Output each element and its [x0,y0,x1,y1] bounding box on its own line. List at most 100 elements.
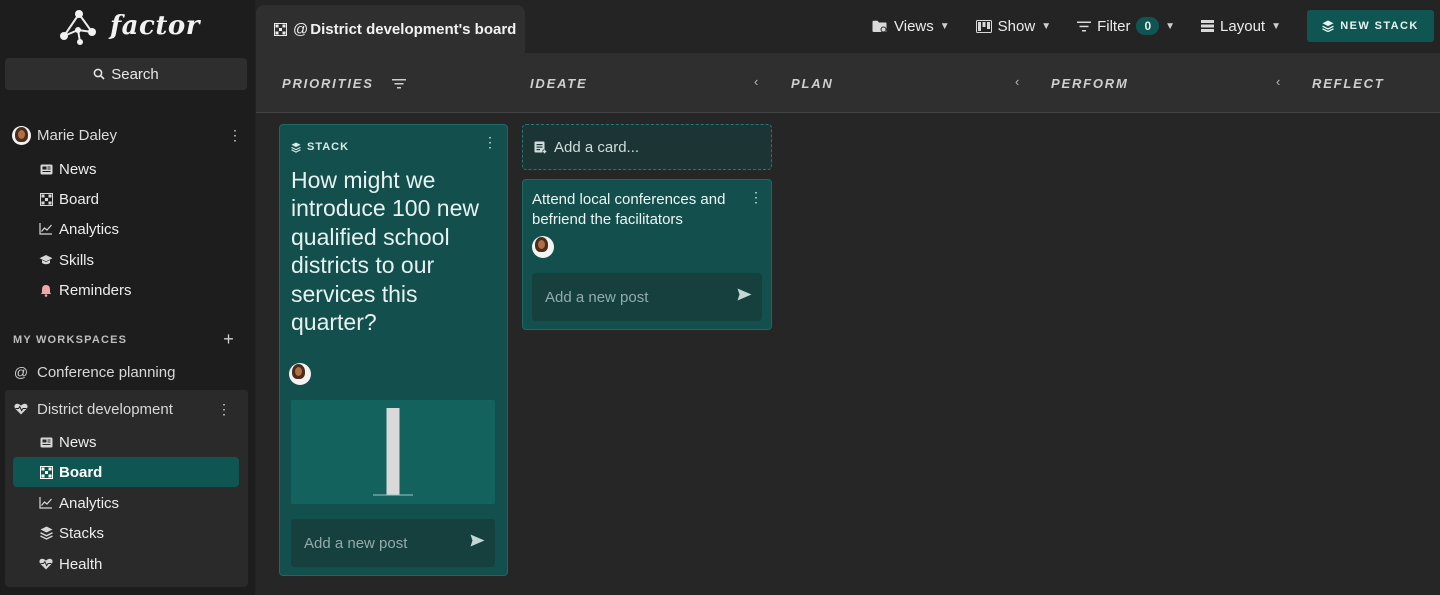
send-icon[interactable] [470,534,485,550]
add-card-label: Add a card... [554,138,640,156]
workspace-nav-news[interactable]: News [13,427,239,457]
stack-avatar[interactable] [289,363,311,385]
stack-menu-icon[interactable]: ⋮ [483,134,497,151]
workspace-nav-health[interactable]: Health [13,549,239,579]
newspaper-icon [39,162,53,176]
sidebar: factor Search Marie Daley ⋮ News Board A… [0,0,255,595]
add-card-button[interactable]: Add a card... [522,124,772,170]
sidebar-item-label: Board [59,463,103,481]
stack-post-input[interactable]: Add a new post [291,519,495,567]
layers-icon [291,142,301,153]
sidebar-item-label: News [59,433,97,451]
column-header-perform[interactable]: PERFORM [1051,76,1129,91]
tab-title: District development's board [310,20,517,38]
collapse-perform-chevron-left-icon[interactable]: ‹ [1276,74,1280,89]
card-title[interactable]: Attend local conferences and befriend th… [532,190,737,229]
heart-pulse-icon [39,557,53,571]
sidebar-item-news[interactable]: News [13,154,239,184]
sort-icon[interactable] [391,78,406,89]
column-header-ideate[interactable]: IDEATE [530,76,588,91]
column-header-row [256,53,1440,113]
add-workspace-icon[interactable]: + [223,329,235,350]
column-title: IDEATE [530,76,588,91]
sidebar-item-label: Analytics [59,494,120,512]
avatar [12,125,31,145]
column-header-reflect[interactable]: REFLECT [1312,76,1385,91]
sidebar-item-label: Reminders [59,281,132,299]
sidebar-item-board[interactable]: Board [13,184,239,214]
collapse-ideate-chevron-left-icon[interactable]: ‹ [754,74,758,89]
workspace-nav-board[interactable]: Board [13,457,239,487]
sidebar-item-label: Skills [59,251,95,269]
workspace-label: District development [37,400,173,418]
filter-button[interactable]: Filter 0 ▼ [1077,17,1175,35]
sidebar-item-label: Health [59,555,103,573]
sidebar-item-label: Stacks [59,524,105,542]
line-chart-icon [39,222,53,236]
network-logo-icon [60,10,96,45]
workspace-nav-analytics[interactable]: Analytics [13,488,239,518]
new-stack-label: NEW STACK [1340,20,1419,32]
folder-views-icon [872,20,887,32]
layers-plus-icon [1322,20,1335,32]
workspaces-section-header: MY WORKSPACES + [13,329,235,350]
board-toolbar: Views ▼ Show ▼ Filter 0 ▼ Layout ▼ NEW S… [872,0,1440,52]
send-icon[interactable] [737,288,752,304]
column-title: PRIORITIES [282,76,374,91]
stack-title[interactable]: How might we introduce 100 new qualified… [291,166,496,336]
newspaper-icon [39,435,53,449]
user-menu-icon[interactable]: ⋮ [228,128,242,142]
layout-button[interactable]: Layout ▼ [1201,18,1281,35]
collapse-plan-chevron-left-icon[interactable]: ‹ [1015,74,1019,89]
card-post-input[interactable]: Add a new post [532,273,762,321]
stack-type-label: STACK [291,141,349,153]
show-button[interactable]: Show ▼ [975,17,1052,35]
column-title: PLAN [791,76,834,91]
app-name: factor [110,11,200,41]
post-placeholder: Add a new post [304,534,408,552]
search-label: Search [111,65,159,83]
sidebar-item-label: Board [59,190,100,208]
search-button[interactable]: Search [5,58,247,90]
card-avatar[interactable] [532,236,554,258]
post-placeholder: Add a new post [545,288,649,306]
layout-label: Layout [1220,17,1266,35]
stack-label-text: STACK [307,141,350,153]
show-label: Show [997,17,1036,35]
heart-pulse-icon [13,403,29,415]
column-header-plan[interactable]: PLAN [791,76,834,91]
user-profile[interactable]: Marie Daley ⋮ [12,122,242,148]
columns-show-icon [975,19,992,33]
chevron-down-icon: ▼ [1041,20,1052,32]
tab-board[interactable]: @ District development's board [256,5,525,53]
chevron-down-icon: ▼ [1271,20,1281,32]
avatar [289,363,311,385]
board-grid-icon [274,22,287,36]
chevron-down-icon: ▼ [939,20,950,32]
filter-count-badge: 0 [1136,17,1160,35]
chevron-down-icon: ▼ [1165,20,1176,32]
sidebar-item-label: Analytics [59,220,120,238]
views-button[interactable]: Views ▼ [872,18,950,35]
user-name: Marie Daley [37,126,118,144]
at-icon: @ [293,20,309,38]
workspace-item-district-development[interactable]: District development ⋮ [13,394,239,424]
column-header-priorities[interactable]: PRIORITIES [282,76,406,91]
column-title: REFLECT [1312,76,1385,91]
app-logo[interactable]: factor [54,6,200,46]
layers-icon [39,526,53,540]
workspace-menu-icon[interactable]: ⋮ [217,402,231,416]
avatar [532,236,554,258]
sidebar-item-skills[interactable]: Skills [13,245,239,275]
sidebar-item-label: News [59,160,97,178]
new-stack-button[interactable]: NEW STACK [1307,10,1434,42]
column-title: PERFORM [1051,76,1129,91]
workspace-nav-stacks[interactable]: Stacks [13,518,239,548]
sidebar-item-reminders[interactable]: Reminders [13,275,239,305]
filter-icon [1077,21,1092,31]
workspaces-section-label: MY WORKSPACES [13,333,128,346]
sidebar-item-analytics[interactable]: Analytics [13,214,239,244]
card-menu-icon[interactable]: ⋮ [749,189,763,206]
stack-chart-svg [373,408,413,496]
workspace-item-conference-planning[interactable]: @ Conference planning [13,357,239,387]
